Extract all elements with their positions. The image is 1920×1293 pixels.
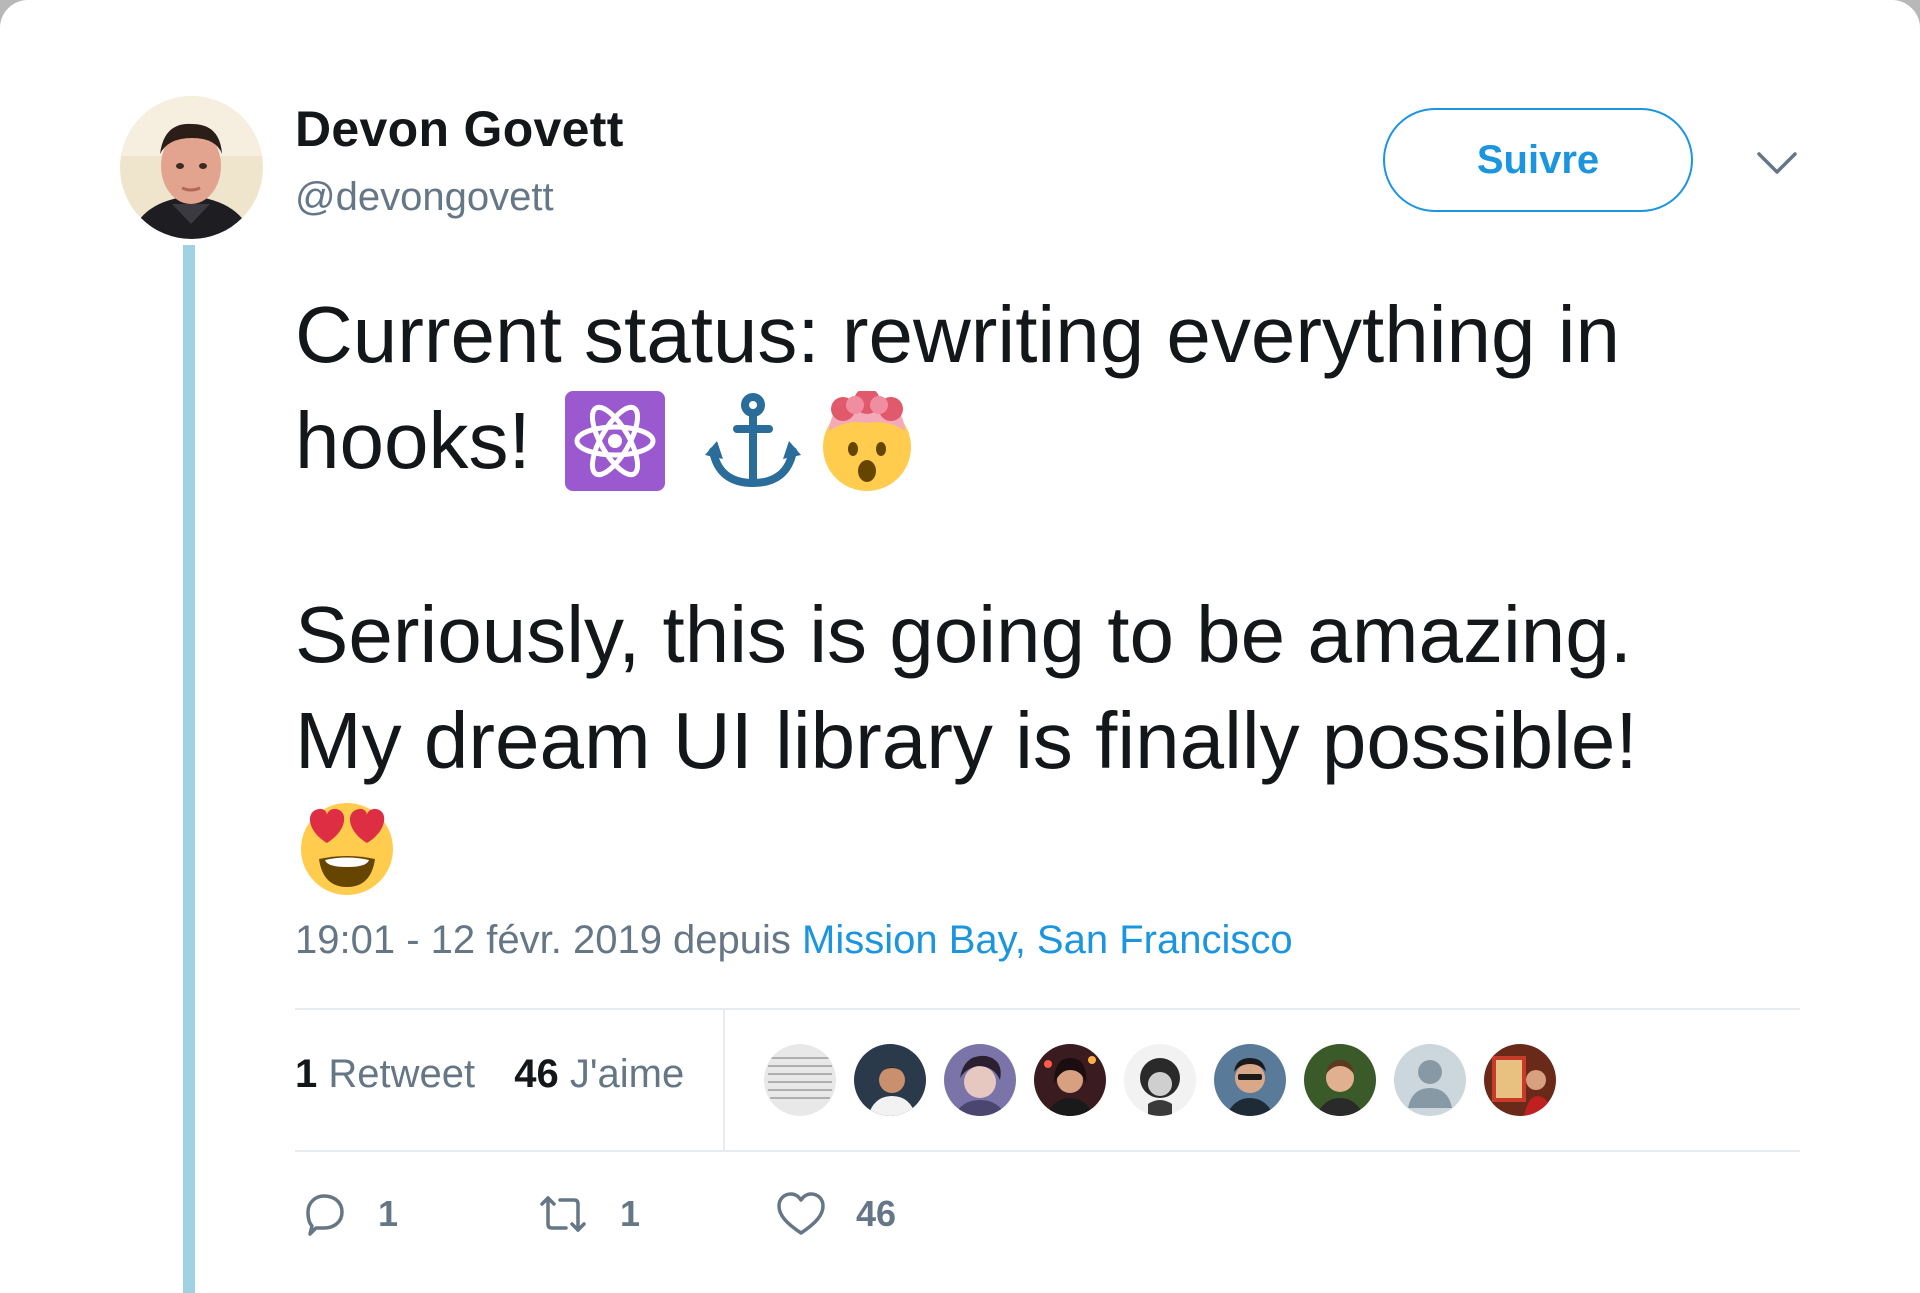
- retweet-count: 1: [620, 1193, 641, 1234]
- divider: [295, 1008, 1800, 1010]
- divider: [295, 1150, 1800, 1152]
- tweet-line: My dream UI library is finally possible!: [295, 688, 1855, 794]
- likes-count: 46: [514, 1052, 559, 1096]
- likes-label: J'aime: [569, 1052, 685, 1096]
- like-button[interactable]: 46: [776, 1191, 896, 1237]
- like-count: 46: [856, 1193, 897, 1234]
- anchor-emoji: [704, 393, 801, 488]
- exploding-head-emoji: [822, 391, 911, 491]
- tweet-text-line: My dream UI library is finally possible!: [295, 696, 1638, 785]
- heart-icon: [777, 1192, 825, 1235]
- reply-count: 1: [378, 1193, 399, 1234]
- retweets-stat[interactable]: 1 Retweet: [295, 1052, 475, 1096]
- chevron-down-icon[interactable]: [1755, 148, 1799, 178]
- liker-avatar[interactable]: [762, 1042, 838, 1118]
- retweet-icon: [540, 1196, 586, 1232]
- retweets-count: 1: [295, 1052, 318, 1096]
- tweet-line: Seriously, this is going to be amazing.: [295, 582, 1855, 688]
- tweet-line: hooks!: [295, 388, 1855, 494]
- author-handle[interactable]: @devongovett: [295, 175, 554, 220]
- liker-avatar[interactable]: [852, 1042, 928, 1118]
- engagement-stats: 1 Retweet 46 J'aime: [295, 1052, 712, 1097]
- author-avatar[interactable]: [120, 96, 263, 239]
- heart-eyes-emoji: [301, 803, 393, 895]
- tweet-text-line: Seriously, this is going to be amazing.: [295, 590, 1632, 679]
- tweet-line: [295, 794, 1855, 900]
- liker-avatar[interactable]: [1212, 1042, 1288, 1118]
- likes-stat[interactable]: 46 J'aime: [514, 1052, 684, 1096]
- liker-avatar[interactable]: [1392, 1042, 1468, 1118]
- divider: [723, 1010, 725, 1152]
- liker-avatar[interactable]: [1122, 1042, 1198, 1118]
- follow-button[interactable]: Suivre: [1383, 108, 1693, 212]
- likers-list: [762, 1042, 1558, 1118]
- tweet-text: Current status: rewriting everything in …: [295, 282, 1855, 900]
- atom-symbol-emoji: [564, 391, 665, 491]
- tweet-line: Current status: rewriting everything in: [295, 282, 1855, 388]
- liker-avatar[interactable]: [1302, 1042, 1378, 1118]
- thread-line: [183, 245, 195, 1293]
- reply-button[interactable]: 1: [300, 1190, 536, 1238]
- reply-icon: [306, 1194, 344, 1236]
- tweet-timestamp[interactable]: 19:01 - 12 févr. 2019 depuis: [295, 918, 791, 962]
- tweet-text-line: hooks!: [295, 396, 531, 485]
- tweet-location-link[interactable]: Mission Bay, San Francisco: [802, 918, 1293, 962]
- author-name[interactable]: Devon Govett: [295, 100, 624, 158]
- retweets-label: Retweet: [328, 1052, 476, 1096]
- tweet-card: Devon Govett @devongovett Suivre Current…: [0, 0, 1920, 1293]
- liker-avatar[interactable]: [1482, 1042, 1558, 1118]
- liker-avatar[interactable]: [1032, 1042, 1108, 1118]
- liker-avatar[interactable]: [942, 1042, 1018, 1118]
- tweet-actions: 1 1 46: [300, 1190, 896, 1238]
- tweet-text-line: Current status: rewriting everything in: [295, 290, 1620, 379]
- retweet-button[interactable]: 1: [536, 1190, 776, 1238]
- tweet-meta: 19:01 - 12 févr. 2019 depuis Mission Bay…: [295, 918, 1293, 963]
